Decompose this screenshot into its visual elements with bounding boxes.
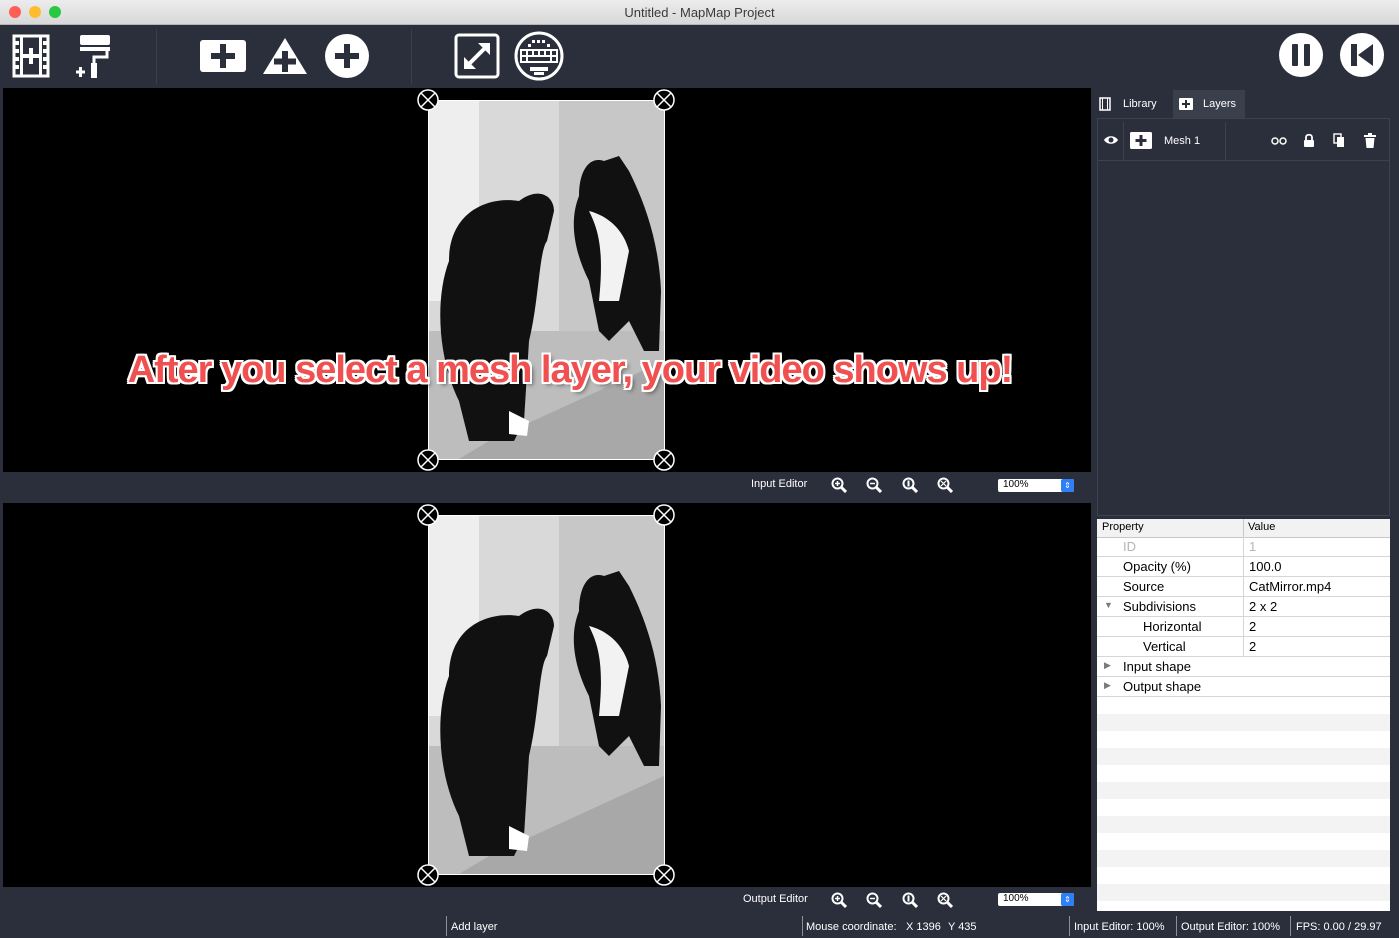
property-row-vertical[interactable]: Vertical 2 [1097,637,1390,657]
tab-library[interactable]: Library [1099,90,1173,118]
property-row-opacity[interactable]: Opacity (%) 100.0 [1097,557,1390,577]
output-zoom-status: Output Editor: 100% [1181,921,1281,933]
zoom-in-icon[interactable] [831,892,847,908]
input-zoom-status: Input Editor: 100% [1074,921,1165,933]
add-mesh-icon[interactable] [199,35,247,77]
solo-icon[interactable] [1271,136,1287,146]
handle-icon[interactable] [653,864,675,886]
lock-icon[interactable] [1303,133,1315,148]
zoom-reset-icon[interactable] [902,892,918,908]
add-video-icon[interactable] [10,33,52,79]
title-bar: Untitled - MapMap Project [0,0,1399,25]
handle-icon[interactable] [653,89,675,111]
handle-icon[interactable] [417,504,439,526]
eye-icon[interactable] [1103,134,1119,146]
zoom-out-icon[interactable] [866,477,882,493]
add-triangle-icon[interactable] [260,33,310,79]
collapse-arrow-icon[interactable]: ▶ [1104,680,1111,691]
zoom-fit-icon[interactable] [937,477,953,493]
display-output-icon[interactable] [513,30,565,82]
input-editor-canvas[interactable] [3,88,1091,472]
cat-video-image [429,516,664,874]
delete-icon[interactable] [1364,133,1376,148]
handle-icon[interactable] [653,449,675,471]
output-editor-label: Output Editor [743,893,808,905]
duplicate-icon[interactable] [1333,133,1345,148]
mesh-icon [1130,132,1152,149]
zoom-reset-icon[interactable] [902,477,918,493]
zoom-in-icon[interactable] [831,477,847,493]
input-editor-label: Input Editor [751,478,808,490]
window-title: Untitled - MapMap Project [624,5,775,20]
handle-icon[interactable] [653,504,675,526]
property-row-source[interactable]: Source CatMirror.mp4 [1097,577,1390,597]
layer-name: Mesh 1 [1164,135,1201,147]
add-paint-icon[interactable] [72,33,114,79]
collapse-arrow-icon[interactable]: ▶ [1104,660,1111,671]
layer-list: Mesh 1 [1097,118,1390,516]
status-message: Add layer [451,921,498,933]
right-panel: Library Layers Mesh 1 Property Value ID … [1093,88,1399,914]
layers-icon [1179,98,1193,110]
tab-library-label: Library [1123,98,1157,110]
expand-arrow-icon[interactable]: ▼ [1104,600,1113,610]
status-bar: Add layer Mouse coordinate: X 1396 Y 435… [0,914,1399,938]
property-row-horizontal[interactable]: Horizontal 2 [1097,617,1390,637]
property-row-subdivisions[interactable]: ▼ Subdivisions 2 x 2 [1097,597,1390,617]
tab-layers-label: Layers [1203,98,1237,110]
fps-status: FPS: 0.00 / 29.97 [1296,921,1382,933]
library-icon [1099,97,1111,111]
overlay-caption: After you select a mesh layer, your vide… [127,349,1014,391]
mouse-y: Y 435 [948,921,977,933]
pause-icon[interactable] [1277,31,1325,79]
toolbar [0,25,1399,88]
property-header: Property Value [1097,519,1390,538]
mouse-x: X 1396 [906,921,941,933]
add-ellipse-icon[interactable] [322,32,372,80]
rewind-icon[interactable] [1338,31,1386,79]
zoom-fit-icon[interactable] [937,892,953,908]
input-video-frame [428,100,665,460]
property-row-output-shape[interactable]: ▶ Output shape [1097,677,1390,697]
property-table: Property Value ID 1 Opacity (%) 100.0 So… [1097,519,1390,911]
list-item[interactable]: Mesh 1 [1098,122,1389,161]
empty-rows [1097,697,1390,911]
handle-icon[interactable] [417,864,439,886]
zoom-out-icon[interactable] [866,892,882,908]
cat-video-image [429,101,664,459]
output-video-frame [428,515,665,875]
input-editor-bar: Input Editor 100% ⇕ [3,472,1091,500]
property-row-id: ID 1 [1097,537,1390,557]
input-zoom-select[interactable]: 100% ⇕ [998,479,1074,492]
property-row-input-shape[interactable]: ▶ Input shape [1097,657,1390,677]
handle-icon[interactable] [417,449,439,471]
handle-icon[interactable] [417,89,439,111]
mouse-coordinate-label: Mouse coordinate: [806,921,897,933]
output-zoom-select[interactable]: 100% ⇕ [998,893,1074,906]
output-editor-canvas[interactable] [3,503,1091,887]
fullscreen-icon[interactable] [453,32,501,80]
tab-layers[interactable]: Layers [1173,90,1245,118]
output-editor-bar: Output Editor 100% ⇕ [3,887,1091,914]
